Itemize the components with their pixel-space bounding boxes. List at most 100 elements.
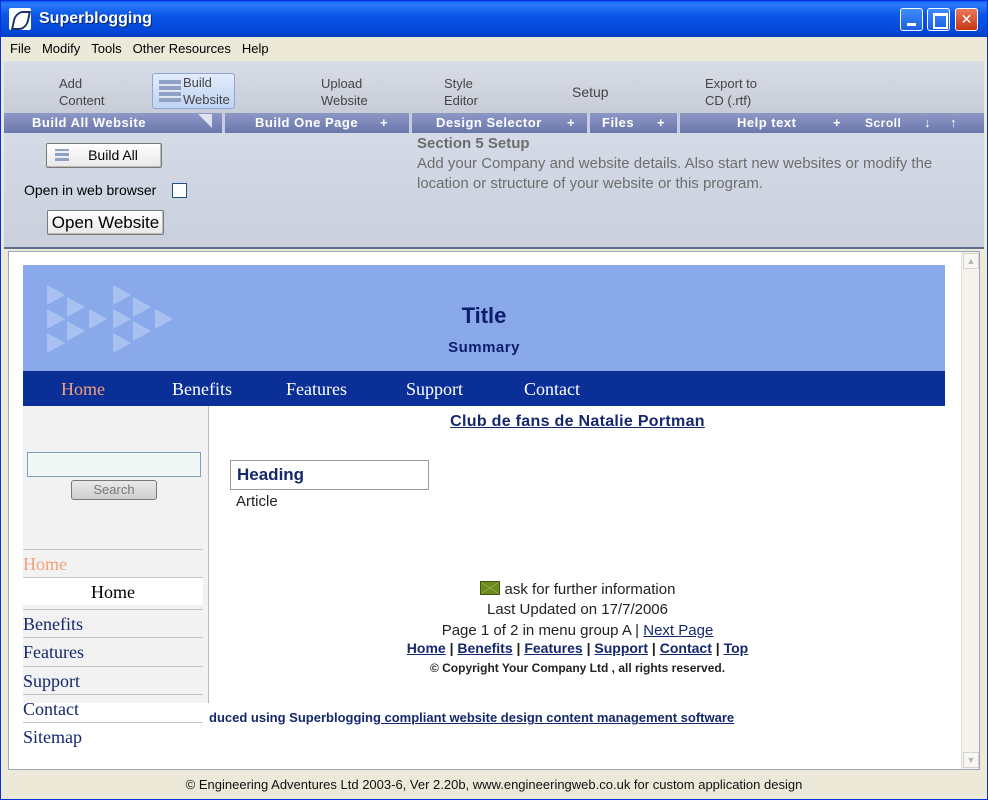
build-all-button[interactable]: Build All	[46, 143, 162, 168]
tab-label: Website	[183, 92, 230, 107]
page-info: Page 1 of 2 in menu group A	[441, 622, 632, 639]
scroll-up-button[interactable]: ▲	[963, 253, 979, 269]
tab-label: Build	[183, 75, 212, 90]
tab-build-website[interactable]: Build Website	[152, 73, 235, 109]
build-all-label: Build All	[88, 147, 138, 163]
app-icon	[9, 8, 31, 30]
side-item-home[interactable]: Home	[23, 549, 203, 577]
side-item-support[interactable]: Support	[23, 666, 203, 694]
tab-label: Add	[59, 76, 83, 91]
scroll-down-button[interactable]: ▼	[963, 752, 979, 768]
footer-links: Home | Benefits | Features | Support | C…	[406, 640, 749, 656]
corner-fold-icon	[198, 114, 212, 128]
footer-link-features[interactable]: Features	[524, 640, 582, 656]
menu-help[interactable]: Help	[236, 38, 274, 56]
menu-file[interactable]: File	[4, 38, 36, 56]
page-info-line: Page 1 of 2 in menu group A | Next Page	[441, 622, 714, 639]
section-title: Section 5 Setup	[417, 135, 530, 152]
site-nav: Home Benefits Features Support Contact	[23, 371, 945, 406]
side-item-contact[interactable]: Contact	[23, 694, 203, 722]
open-in-browser-checkbox[interactable]	[172, 183, 187, 198]
tab-export-cd[interactable]: Export to CD (.rtf)	[705, 75, 757, 109]
ask-info-link[interactable]: ask for further information	[505, 581, 676, 598]
section-bar: Build All Website Build One Page + Desig…	[4, 113, 984, 133]
site-content: Club de fans de Natalie Portman Heading …	[210, 406, 945, 703]
produced-link[interactable]: compliant website design content managem…	[381, 710, 735, 725]
plus-icon: +	[657, 115, 666, 130]
last-updated: Last Updated on 17/7/2006	[487, 601, 668, 618]
menu-bar: File Modify Tools Other Resources Help	[4, 38, 984, 60]
club-link[interactable]: Club de fans de Natalie Portman	[210, 413, 945, 431]
tab-label: Upload	[321, 76, 363, 91]
tab-label: CD (.rtf)	[705, 93, 752, 108]
tab-label: Style	[444, 76, 473, 91]
separator	[222, 113, 225, 133]
footer-link-support[interactable]: Support	[594, 640, 648, 656]
site-summary: Summary	[448, 339, 520, 356]
separator	[409, 113, 412, 133]
tab-upload-website[interactable]: Upload Website	[321, 75, 368, 109]
side-subitem-home[interactable]: Home	[23, 577, 203, 605]
tab-label: Website	[321, 93, 368, 108]
footer-link-benefits[interactable]: Benefits	[457, 640, 512, 656]
plus-icon: +	[380, 115, 389, 130]
help-text-tab[interactable]: Help text	[737, 115, 796, 130]
tab-setup[interactable]: Setup	[572, 84, 609, 101]
footer-link-contact[interactable]: Contact	[660, 640, 712, 656]
tab-label: Content	[59, 93, 105, 108]
footer-link-top[interactable]: Top	[724, 640, 749, 656]
scroll-label: Scroll	[865, 116, 902, 130]
title-bar: Superblogging ✕	[1, 1, 987, 37]
ask-info-line: ask for further information	[210, 581, 945, 598]
menu-tools[interactable]: Tools	[85, 38, 126, 56]
side-item-sitemap[interactable]: Sitemap	[23, 722, 203, 750]
nav-features[interactable]: Features	[286, 379, 347, 400]
vertical-scrollbar[interactable]: ▲ ▼	[961, 252, 979, 769]
control-panel: Build All Open in web browser Open Websi…	[4, 133, 984, 249]
nav-benefits[interactable]: Benefits	[172, 379, 232, 400]
close-button[interactable]: ✕	[955, 8, 978, 31]
website-preview[interactable]: Title Summary Home Benefits Features Sup…	[8, 251, 980, 770]
scroll-up-arrow-icon[interactable]: ↑	[950, 115, 957, 130]
nav-contact[interactable]: Contact	[524, 379, 580, 400]
section-description: Add your Company and website details. Al…	[417, 155, 933, 192]
menu-modify[interactable]: Modify	[36, 38, 85, 56]
site-header: Title Summary	[23, 265, 945, 371]
produced-text: duced using Superblogging	[209, 710, 381, 725]
plus-icon: +	[833, 115, 842, 130]
design-selector-tab[interactable]: Design Selector	[436, 115, 542, 130]
envelope-icon[interactable]	[479, 581, 500, 595]
side-item-features[interactable]: Features	[23, 637, 203, 665]
menu-other-resources[interactable]: Other Resources	[127, 38, 236, 56]
tab-label: Export to	[705, 76, 758, 91]
separator	[677, 113, 680, 133]
open-website-button[interactable]: Open Website	[47, 210, 164, 235]
produced-by: duced using Superblogging compliant webs…	[209, 710, 734, 725]
minimize-button[interactable]	[900, 8, 923, 31]
copyright: © Copyright Your Company Ltd , all right…	[429, 661, 726, 675]
maximize-button[interactable]	[927, 8, 950, 31]
nav-support[interactable]: Support	[406, 379, 463, 400]
tab-add-content[interactable]: Add Content	[59, 75, 105, 109]
tab-style-editor[interactable]: Style Editor	[444, 75, 478, 109]
status-bar: © Engineering Adventures Ltd 2003-6, Ver…	[4, 772, 984, 799]
nav-home[interactable]: Home	[61, 379, 105, 400]
site-title: Title	[461, 303, 507, 328]
side-item-benefits[interactable]: Benefits	[23, 609, 203, 637]
tab-label: Editor	[444, 93, 478, 108]
files-tab[interactable]: Files	[602, 115, 634, 130]
plus-icon: +	[567, 115, 576, 130]
search-input[interactable]	[27, 452, 201, 477]
search-button[interactable]: Search	[71, 480, 157, 500]
window-title: Superblogging	[39, 10, 152, 27]
separator	[587, 113, 590, 133]
footer-link-home[interactable]: Home	[407, 640, 446, 656]
build-one-page-tab[interactable]: Build One Page	[255, 115, 358, 130]
build-all-website-tab[interactable]: Build All Website	[32, 115, 146, 130]
scroll-down-arrow-icon[interactable]: ↓	[924, 115, 931, 130]
next-page-link[interactable]: Next Page	[643, 622, 713, 639]
build-bricks-icon	[159, 80, 181, 102]
open-in-browser-label: Open in web browser	[24, 182, 157, 198]
tab-label: Setup	[572, 84, 609, 100]
build-bricks-icon	[55, 149, 69, 161]
